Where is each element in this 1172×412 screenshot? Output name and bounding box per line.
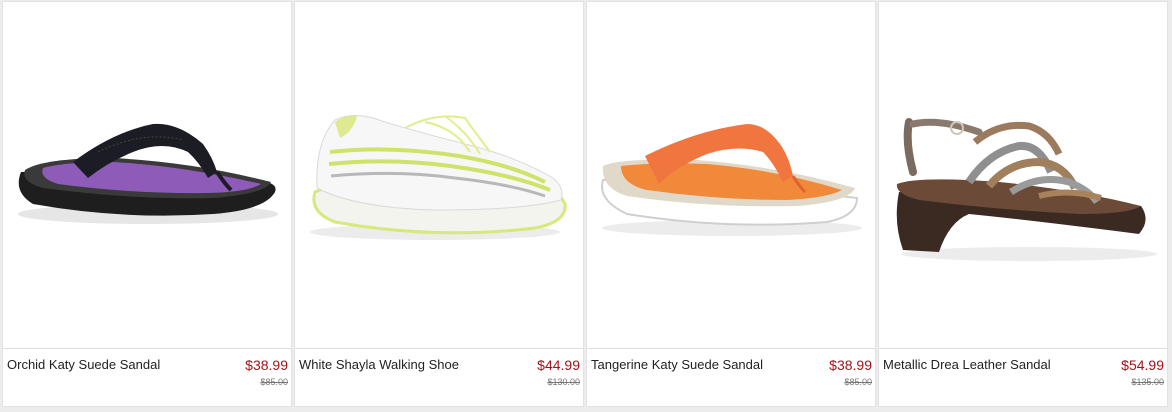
black-purple-thong-sandal-icon xyxy=(18,123,278,224)
product-card[interactable]: White Shayla Walking Shoe $44.99 $130.00 xyxy=(294,1,584,407)
original-price: $135.00 xyxy=(1131,377,1164,387)
original-price: $85.00 xyxy=(260,377,288,387)
product-name[interactable]: Orchid Katy Suede Sandal xyxy=(7,356,187,374)
product-image[interactable] xyxy=(879,2,1167,349)
product-image[interactable] xyxy=(587,2,875,349)
product-image[interactable] xyxy=(295,2,583,349)
orange-thong-sandal-icon xyxy=(601,124,862,236)
product-info: Metallic Drea Leather Sandal $54.99 $135… xyxy=(879,349,1167,406)
metallic-strappy-sandal-icon xyxy=(896,118,1157,261)
product-card[interactable]: Metallic Drea Leather Sandal $54.99 $135… xyxy=(878,1,1168,407)
white-lime-sneaker-icon xyxy=(310,115,567,240)
product-image[interactable] xyxy=(3,2,291,349)
product-card[interactable]: Tangerine Katy Suede Sandal $38.99 $85.0… xyxy=(586,1,876,407)
product-name[interactable]: Tangerine Katy Suede Sandal xyxy=(591,356,771,374)
sale-price: $44.99 xyxy=(537,357,580,373)
sale-price: $38.99 xyxy=(829,357,872,373)
product-info: Orchid Katy Suede Sandal $38.99 $85.00 xyxy=(3,349,291,406)
product-name[interactable]: Metallic Drea Leather Sandal xyxy=(883,356,1063,374)
sale-price: $54.99 xyxy=(1121,357,1164,373)
original-price: $85.00 xyxy=(844,377,872,387)
product-info: White Shayla Walking Shoe $44.99 $130.00 xyxy=(295,349,583,406)
product-info: Tangerine Katy Suede Sandal $38.99 $85.0… xyxy=(587,349,875,406)
original-price: $130.00 xyxy=(547,377,580,387)
product-grid: Orchid Katy Suede Sandal $38.99 $85.00 W… xyxy=(0,0,1172,412)
product-name[interactable]: White Shayla Walking Shoe xyxy=(299,356,479,374)
product-card[interactable]: Orchid Katy Suede Sandal $38.99 $85.00 xyxy=(2,1,292,407)
sale-price: $38.99 xyxy=(245,357,288,373)
